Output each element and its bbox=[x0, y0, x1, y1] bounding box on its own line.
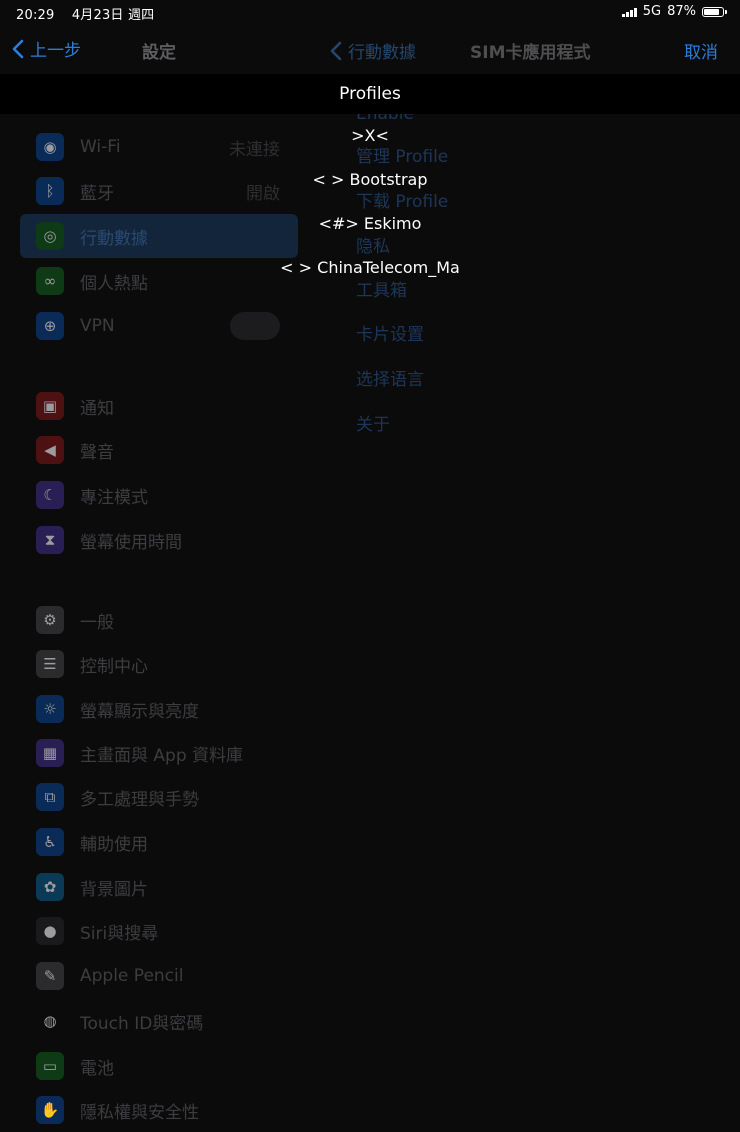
status-time-date: 20:29 4月23日 週四 bbox=[16, 4, 154, 23]
display-icon: ☼ bbox=[36, 695, 64, 723]
sidebar-item-label: 專注模式 bbox=[80, 487, 148, 508]
status-indicators: 5G 87% bbox=[621, 4, 727, 19]
sidebar-item-battery[interactable]: ▭ 電池 bbox=[20, 1044, 298, 1088]
touch-id-icon: ◍ bbox=[36, 1007, 64, 1035]
detail-item-select-language[interactable]: 选择语言 bbox=[356, 365, 424, 390]
detail-item-manage-profile[interactable]: 管理 Profile bbox=[356, 142, 448, 167]
sidebar-item-label: 通知 bbox=[80, 398, 114, 419]
sidebar-item-label: 背景圖片 bbox=[80, 879, 148, 900]
privacy-icon: ✋ bbox=[36, 1096, 64, 1124]
battery-fill bbox=[704, 8, 719, 15]
sidebar-item-notifications[interactable]: ▣ 通知 bbox=[20, 384, 298, 428]
sidebar-item-label: Touch ID與密碼 bbox=[80, 1013, 204, 1034]
battery-icon bbox=[702, 6, 727, 17]
notifications-icon: ▣ bbox=[36, 392, 64, 420]
back-button[interactable]: 上一步 bbox=[12, 36, 81, 61]
sidebar-item-label: 電池 bbox=[80, 1058, 114, 1079]
sidebar-item-screen-time[interactable]: ⧗ 螢幕使用時間 bbox=[20, 518, 298, 562]
sidebar-item-display[interactable]: ☼ 螢幕顯示與亮度 bbox=[20, 687, 298, 731]
detail-back-label: 行動數據 bbox=[348, 43, 416, 63]
sidebar-item-label: VPN bbox=[80, 316, 115, 336]
accessibility-icon: ♿ bbox=[36, 828, 64, 856]
settings-title: 設定 bbox=[142, 43, 176, 63]
vpn-toggle[interactable] bbox=[230, 312, 280, 340]
profiles-title: Profiles bbox=[339, 84, 401, 104]
detail-back-button[interactable]: 行動數據 bbox=[330, 38, 416, 63]
profile-option-eskimo[interactable]: <#> Eskimo bbox=[0, 214, 740, 233]
sidebar-item-wallpaper[interactable]: ✿ 背景圖片 bbox=[20, 865, 298, 909]
chevron-left-icon bbox=[330, 41, 342, 60]
battery-percent: 87% bbox=[667, 4, 696, 19]
wallpaper-icon: ✿ bbox=[36, 873, 64, 901]
profile-option-chinatelecom[interactable]: < > ChinaTelecom_Ma bbox=[0, 258, 740, 277]
sidebar-item-label: 多工處理與手勢 bbox=[80, 789, 199, 810]
detail-item-toolbox[interactable]: 工具箱 bbox=[356, 276, 407, 301]
profiles-popover-header: Profiles bbox=[0, 74, 740, 114]
focus-icon: ☾ bbox=[36, 481, 64, 509]
battery-icon: ▭ bbox=[36, 1052, 64, 1080]
vpn-icon: ⊕ bbox=[36, 312, 64, 340]
sidebar-item-general[interactable]: ⚙ 一般 bbox=[20, 598, 298, 642]
chevron-left-icon bbox=[12, 39, 24, 58]
sidebar-item-label: 控制中心 bbox=[80, 656, 148, 677]
signal-icon bbox=[621, 7, 637, 17]
sidebar-item-accessibility[interactable]: ♿ 輔助使用 bbox=[20, 820, 298, 864]
profile-option-x[interactable]: >X< bbox=[0, 126, 740, 145]
sidebar-item-focus[interactable]: ☾ 專注模式 bbox=[20, 473, 298, 517]
detail-item-download-profile[interactable]: 下载 Profile bbox=[356, 187, 448, 212]
sidebar-item-label: Apple Pencil bbox=[80, 966, 184, 986]
sidebar-item-label: 螢幕顯示與亮度 bbox=[80, 701, 199, 722]
status-time: 20:29 bbox=[16, 8, 55, 23]
sidebar-item-siri[interactable]: ● Siri與搜尋 bbox=[20, 909, 298, 953]
control-center-icon: ☰ bbox=[36, 650, 64, 678]
navigation-bar: 上一步 設定 行動數據 SIM卡應用程式 取消 bbox=[0, 28, 740, 72]
sidebar-item-home-screen[interactable]: ▦ 主畫面與 App 資料庫 bbox=[20, 731, 298, 775]
sidebar-item-label: 主畫面與 App 資料庫 bbox=[80, 745, 244, 766]
sidebar-item-vpn[interactable]: ⊕ VPN bbox=[20, 304, 298, 348]
screen-time-icon: ⧗ bbox=[36, 526, 64, 554]
sidebar-item-label: Siri與搜尋 bbox=[80, 923, 159, 944]
home-screen-icon: ▦ bbox=[36, 739, 64, 767]
sidebar-item-label: 隱私權與安全性 bbox=[80, 1102, 199, 1123]
back-button-label: 上一步 bbox=[30, 41, 81, 61]
profile-option-bootstrap[interactable]: < > Bootstrap bbox=[0, 170, 740, 189]
status-date: 4月23日 週四 bbox=[71, 8, 155, 23]
pencil-icon: ✎ bbox=[36, 962, 64, 990]
sidebar-item-label: 螢幕使用時間 bbox=[80, 532, 182, 553]
sidebar-item-label: 聲音 bbox=[80, 442, 114, 463]
multitasking-icon: ⧉ bbox=[36, 783, 64, 811]
sidebar-item-label: 輔助使用 bbox=[80, 834, 148, 855]
detail-item-privacy[interactable]: 隐私 bbox=[356, 232, 390, 257]
sidebar-item-touch-id[interactable]: ◍ Touch ID與密碼 bbox=[20, 999, 298, 1043]
network-type: 5G bbox=[642, 4, 662, 19]
general-icon: ⚙ bbox=[36, 606, 64, 634]
sidebar-item-privacy[interactable]: ✋ 隱私權與安全性 bbox=[20, 1088, 298, 1132]
detail-item-about[interactable]: 关于 bbox=[356, 410, 390, 435]
sidebar-item-label: 一般 bbox=[80, 612, 114, 633]
sidebar-item-sounds[interactable]: ◀ 聲音 bbox=[20, 428, 298, 472]
detail-item-card-settings[interactable]: 卡片设置 bbox=[356, 320, 424, 345]
sidebar-item-multitasking[interactable]: ⧉ 多工處理與手勢 bbox=[20, 775, 298, 819]
detail-title: SIM卡應用程式 bbox=[470, 43, 591, 63]
cancel-button[interactable]: 取消 bbox=[684, 38, 718, 63]
status-bar: 20:29 4月23日 週四 5G 87% bbox=[0, 0, 740, 24]
sidebar-item-apple-pencil[interactable]: ✎ Apple Pencil bbox=[20, 954, 298, 998]
sounds-icon: ◀ bbox=[36, 436, 64, 464]
sidebar-item-control-center[interactable]: ☰ 控制中心 bbox=[20, 642, 298, 686]
siri-icon: ● bbox=[36, 917, 64, 945]
